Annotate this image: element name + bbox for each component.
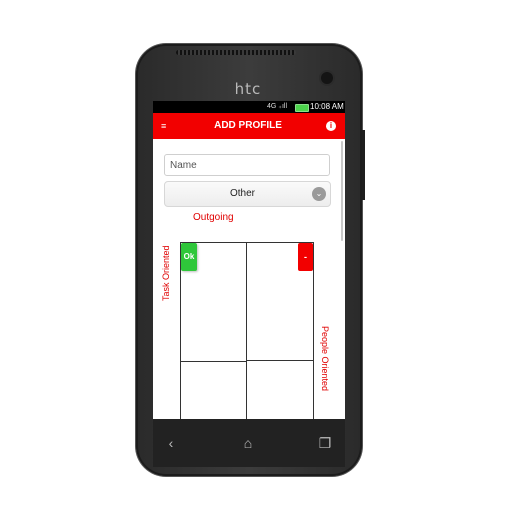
phone-brand-logo: htc — [234, 80, 262, 98]
grid-line-mid-left — [180, 361, 247, 362]
grid-line-top — [180, 242, 314, 243]
outgoing-label: Outgoing — [193, 212, 234, 223]
home-icon[interactable]: ⌂ — [238, 433, 258, 453]
page-title: ADD PROFILE — [214, 120, 282, 131]
personality-grid[interactable] — [180, 242, 314, 419]
front-camera — [321, 72, 333, 84]
info-icon[interactable]: i — [326, 121, 336, 131]
people-oriented-label: People Oriented — [320, 326, 330, 392]
select-value: Other — [229, 188, 255, 199]
minus-button[interactable]: - — [298, 243, 313, 271]
chevron-down-icon: ⌄ — [312, 187, 326, 201]
grid-line-mid-right — [247, 360, 314, 361]
menu-icon[interactable]: ≡ — [161, 121, 171, 131]
side-button — [362, 130, 365, 200]
ok-button[interactable]: Ok — [181, 243, 197, 271]
grid-line-center-vertical — [246, 242, 247, 419]
signal-icon: 4G ₊ıll — [267, 103, 288, 110]
phone-speaker — [176, 50, 296, 55]
grid-line-right — [313, 242, 314, 419]
scrollbar[interactable] — [341, 141, 343, 241]
recent-apps-icon[interactable]: ❐ — [315, 433, 335, 453]
task-oriented-label: Task Oriented — [161, 245, 171, 301]
app-screen: 4G ₊ıll 10:08 AM ≡ ADD PROFILE i Other ⌄… — [153, 101, 345, 419]
name-input[interactable] — [164, 154, 330, 176]
battery-icon — [295, 104, 309, 112]
profile-type-select[interactable]: Other ⌄ — [164, 181, 331, 207]
app-bar: ≡ ADD PROFILE i — [153, 113, 345, 139]
status-bar: 4G ₊ıll 10:08 AM — [153, 101, 345, 113]
back-icon[interactable]: ‹ — [161, 433, 181, 453]
status-clock: 10:08 AM — [310, 102, 344, 111]
android-nav-bar: ‹ ⌂ ❐ — [153, 419, 345, 467]
